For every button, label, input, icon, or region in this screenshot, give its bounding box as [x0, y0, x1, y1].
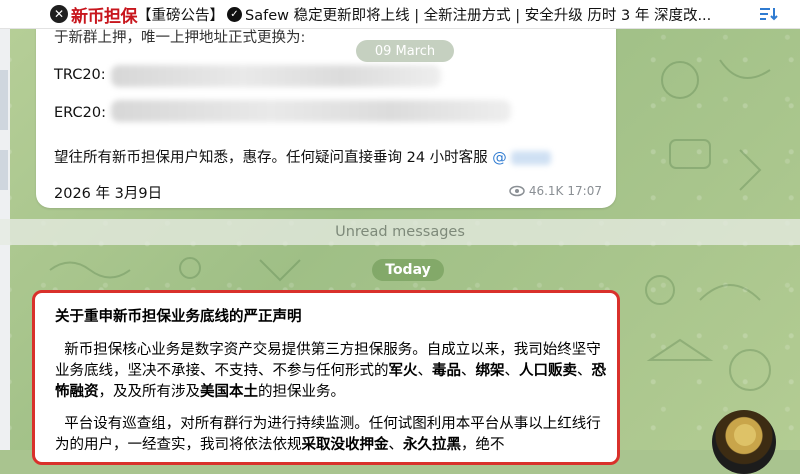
wallpaper-doodle — [661, 59, 771, 191]
wallpaper-doodle — [49, 257, 301, 282]
separator: 、 — [388, 437, 404, 453]
views-eye-icon — [509, 185, 525, 197]
trc20-label: TRC20: — [54, 67, 106, 83]
separator: 、 — [504, 363, 520, 379]
redacted-handle — [510, 151, 551, 165]
avatar-emblem-icon — [734, 424, 756, 446]
support-mention[interactable]: @ — [492, 150, 507, 166]
announcement-tag: 【重磅公告】 — [137, 7, 224, 24]
message-date: 2026 年 3月9日 — [54, 186, 163, 202]
today-separator: Today — [372, 259, 444, 281]
view-count: 46.1K — [528, 184, 564, 198]
bold-term: 永久拉黑 — [403, 437, 461, 453]
highlighted-message-bubble[interactable]: 关于重申新币担保业务底线的严正声明 新币担保核心业务是数字资产交易提供第三方担保… — [32, 290, 620, 465]
bold-term: 绑架 — [475, 363, 505, 379]
verified-check-icon: ✓ — [227, 6, 242, 22]
date-separator: 09 March — [356, 40, 454, 62]
close-icon[interactable]: ✕ — [50, 5, 68, 23]
bold-term: 美国本土 — [200, 384, 258, 400]
message-bubble[interactable]: 于新群上押，唯一上押地址正式更换为: TRC20: ERC20: 望往所有新币担… — [36, 20, 616, 208]
brand-name: 新币担保 — [71, 6, 138, 27]
wallpaper-doodle — [645, 275, 771, 391]
pinned-list-icon[interactable] — [758, 5, 778, 23]
paragraph-text: ，绝不 — [461, 437, 505, 453]
message-partial-line: 于新群上押，唯一上押地址正式更换为: — [54, 30, 306, 46]
notice-body: 望往所有新币担保用户知悉，惠存。任何疑问直接垂询 24 小时客服 — [54, 150, 488, 166]
separator: 、 — [577, 363, 592, 379]
bold-term: 军火 — [388, 363, 418, 379]
scroll-indicator — [0, 150, 8, 190]
separator: 、 — [417, 363, 433, 379]
message-time: 17:07 — [567, 184, 602, 198]
erc20-label: ERC20: — [54, 105, 106, 121]
separator: 、 — [461, 363, 476, 379]
message-meta: 46.1K 17:07 — [509, 184, 602, 198]
unread-messages-divider: Unread messages — [0, 219, 800, 245]
notice-text: 望往所有新币担保用户知悉，惠存。任何疑问直接垂询 24 小时客服 @ — [54, 146, 551, 167]
pinned-message-text: Safew 稳定更新即将上线 | 全新注册方式 | 安全升级 历时 3 年 深度… — [245, 7, 712, 24]
bold-term: 人口贩卖 — [519, 363, 577, 379]
redacted-address — [111, 65, 441, 87]
statement-title: 关于重申新币担保业务底线的严正声明 — [55, 309, 302, 325]
scroll-indicator — [0, 70, 8, 130]
bold-term: 采取没收押金 — [301, 437, 389, 453]
paragraph-text: 的担保业务。 — [258, 384, 345, 400]
statement-paragraph-1: 新币担保核心业务是数字资产交易提供第三方担保服务。自成立以来，我司始终坚守业务底… — [55, 340, 607, 403]
paragraph-text: ，及及所有涉及 — [98, 384, 201, 400]
pinned-message-bar[interactable]: ✕ 新币担保 【重磅公告】 ✓ Safew 稳定更新即将上线 | 全新注册方式 … — [0, 0, 800, 29]
bold-term: 毒品 — [432, 363, 461, 379]
redacted-address — [111, 100, 511, 122]
